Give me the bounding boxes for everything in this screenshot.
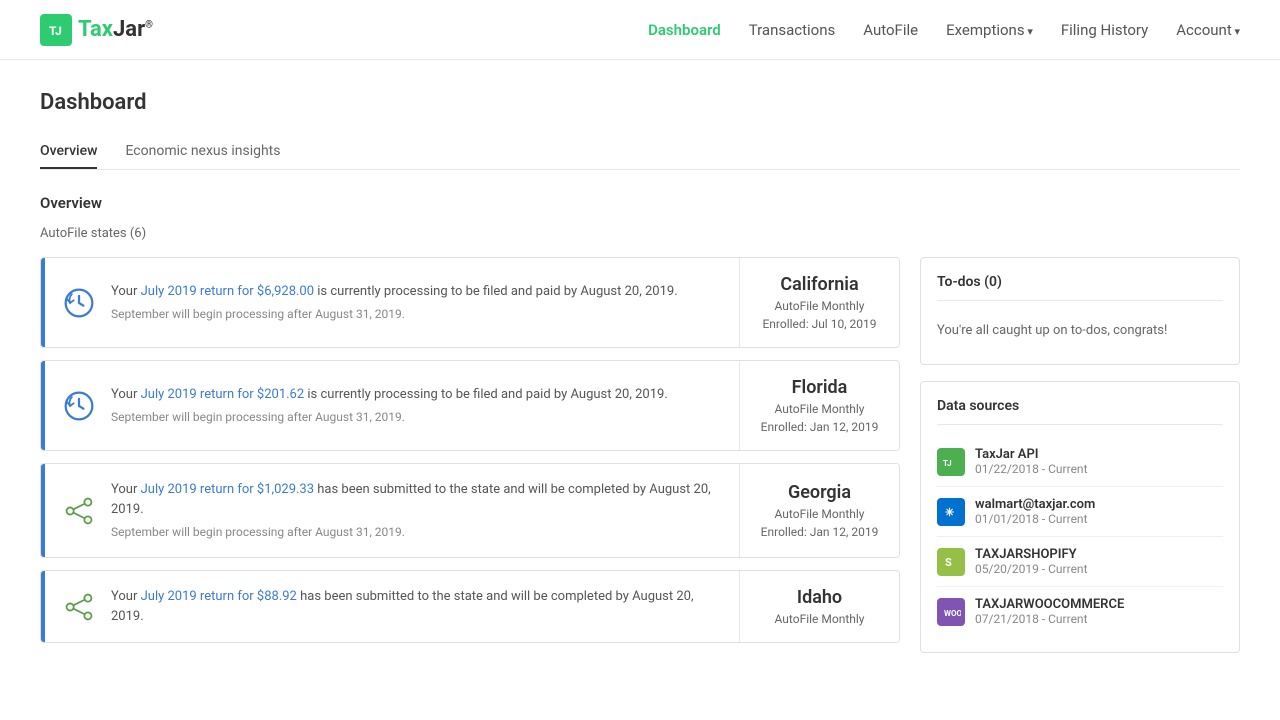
- datasource-date-4: 07/21/2018 - Current: [975, 612, 1124, 626]
- filing-card-3: Your July 2019 return for $1,029.33 has …: [40, 463, 900, 558]
- datasource-icon-api: TJ: [937, 448, 965, 476]
- autofile-count: AutoFile states (6): [40, 226, 1240, 241]
- nav-exemptions[interactable]: Exemptions: [946, 21, 1033, 39]
- state-enrolled-florida: Enrolled: Jan 12, 2019: [761, 420, 879, 434]
- todos-box: To-dos (0) You're all caught up on to-do…: [920, 257, 1240, 365]
- tab-overview[interactable]: Overview: [40, 135, 97, 169]
- card-body-3: Your July 2019 return for $1,029.33 has …: [45, 464, 739, 557]
- state-type-florida: AutoFile Monthly: [775, 402, 865, 416]
- nav-account[interactable]: Account: [1176, 21, 1240, 39]
- filing-prefix-1: Your: [111, 284, 141, 299]
- state-enrolled-georgia: Enrolled: Jan 12, 2019: [761, 525, 879, 539]
- filing-text-2: Your July 2019 return for $201.62 is cur…: [111, 385, 723, 427]
- section-label: Overview: [40, 194, 1240, 212]
- filing-card-1: Your July 2019 return for $6,928.00 is c…: [40, 257, 900, 348]
- datasources-box: Data sources TJ TaxJar API 01/22/2018 - …: [920, 381, 1240, 653]
- page-content: Dashboard Overview Economic nexus insigh…: [0, 60, 1280, 683]
- state-type-idaho: AutoFile Monthly: [775, 612, 865, 626]
- svg-text:TJ: TJ: [49, 24, 62, 38]
- logo-icon: TJ: [40, 14, 72, 46]
- datasource-name-3: TAXJARSHOPIFY: [975, 547, 1088, 562]
- filing-text-3: Your July 2019 return for $1,029.33 has …: [111, 480, 723, 541]
- filing-prefix-3: Your: [111, 482, 141, 497]
- filing-link-4[interactable]: July 2019 return for $88.92: [141, 589, 297, 604]
- svg-text:S: S: [945, 556, 952, 569]
- filing-card-2: Your July 2019 return for $201.62 is cur…: [40, 360, 900, 451]
- state-name-georgia: Georgia: [788, 482, 851, 503]
- header: TJ TaxJar® Dashboard Transactions AutoFi…: [0, 0, 1280, 60]
- clock-icon-1: [61, 285, 97, 321]
- clock-icon-2: [61, 388, 97, 424]
- main-layout: Your July 2019 return for $6,928.00 is c…: [40, 257, 1240, 653]
- tabs: Overview Economic nexus insights: [40, 135, 1240, 170]
- svg-text:TJ: TJ: [943, 459, 952, 468]
- logo: TJ TaxJar®: [40, 14, 153, 46]
- nav-dashboard[interactable]: Dashboard: [648, 21, 721, 39]
- datasource-name-1: TaxJar API: [975, 447, 1088, 462]
- datasource-date-3: 05/20/2019 - Current: [975, 562, 1088, 576]
- card-body-4: Your July 2019 return for $88.92 has bee…: [45, 571, 739, 642]
- filing-link-1[interactable]: July 2019 return for $6,928.00: [141, 284, 314, 299]
- filing-prefix-4: Your: [111, 589, 141, 604]
- datasource-date-2: 01/01/2018 - Current: [975, 512, 1095, 526]
- main-nav: Dashboard Transactions AutoFile Exemptio…: [648, 21, 1240, 39]
- nav-autofile[interactable]: AutoFile: [863, 21, 918, 39]
- state-card-florida: Florida AutoFile Monthly Enrolled: Jan 1…: [739, 361, 899, 450]
- state-card-california: California AutoFile Monthly Enrolled: Ju…: [739, 258, 899, 347]
- filing-sub-2: September will begin processing after Au…: [111, 408, 723, 426]
- datasource-name-4: TAXJARWOOCOMMERCE: [975, 597, 1124, 612]
- filing-sub-3: September will begin processing after Au…: [111, 523, 723, 541]
- page-title: Dashboard: [40, 90, 1240, 115]
- right-panel: To-dos (0) You're all caught up on to-do…: [920, 257, 1240, 653]
- logo-text: TaxJar®: [78, 17, 153, 42]
- state-card-georgia: Georgia AutoFile Monthly Enrolled: Jan 1…: [739, 464, 899, 557]
- datasource-date-1: 01/22/2018 - Current: [975, 462, 1088, 476]
- datasource-info-4: TAXJARWOOCOMMERCE 07/21/2018 - Current: [975, 597, 1124, 626]
- datasource-icon-walmart: ✳: [937, 498, 965, 526]
- nav-filing-history[interactable]: Filing History: [1061, 21, 1148, 39]
- card-body-2: Your July 2019 return for $201.62 is cur…: [45, 361, 739, 450]
- state-type-california: AutoFile Monthly: [775, 299, 865, 313]
- tab-economic-nexus[interactable]: Economic nexus insights: [125, 135, 280, 169]
- svg-text:✳: ✳: [945, 506, 954, 519]
- svg-text:WOO: WOO: [944, 609, 961, 618]
- state-name-idaho: Idaho: [797, 587, 842, 608]
- nav-transactions[interactable]: Transactions: [749, 21, 836, 39]
- datasource-name-2: walmart@taxjar.com: [975, 497, 1095, 512]
- state-name-california: California: [780, 274, 858, 295]
- datasource-item-4: WOO TAXJARWOOCOMMERCE 07/21/2018 - Curre…: [937, 587, 1223, 636]
- datasource-info-1: TaxJar API 01/22/2018 - Current: [975, 447, 1088, 476]
- datasource-item-1: TJ TaxJar API 01/22/2018 - Current: [937, 437, 1223, 487]
- state-type-georgia: AutoFile Monthly: [775, 507, 865, 521]
- datasource-icon-woo: WOO: [937, 598, 965, 626]
- datasource-icon-shopify: S: [937, 548, 965, 576]
- datasources-title: Data sources: [937, 398, 1223, 425]
- filing-text-4: Your July 2019 return for $88.92 has bee…: [111, 587, 723, 626]
- todos-empty: You're all caught up on to-dos, congrats…: [937, 313, 1223, 348]
- filing-link-3[interactable]: July 2019 return for $1,029.33: [141, 482, 314, 497]
- datasource-info-3: TAXJARSHOPIFY 05/20/2019 - Current: [975, 547, 1088, 576]
- datasource-item-2: ✳ walmart@taxjar.com 01/01/2018 - Curren…: [937, 487, 1223, 537]
- todos-title: To-dos (0): [937, 274, 1223, 301]
- filing-card-4: Your July 2019 return for $88.92 has bee…: [40, 570, 900, 643]
- filings-list: Your July 2019 return for $6,928.00 is c…: [40, 257, 900, 653]
- filing-text-1: Your July 2019 return for $6,928.00 is c…: [111, 282, 723, 324]
- state-name-florida: Florida: [792, 377, 848, 398]
- filing-link-2[interactable]: July 2019 return for $201.62: [141, 387, 305, 402]
- filing-sub-1: September will begin processing after Au…: [111, 305, 723, 323]
- filing-suffix-1: is currently processing to be filed and …: [314, 284, 678, 299]
- share-icon-4: [61, 589, 97, 625]
- state-card-idaho: Idaho AutoFile Monthly: [739, 571, 899, 642]
- state-enrolled-california: Enrolled: Jul 10, 2019: [762, 317, 876, 331]
- filing-suffix-2: is currently processing to be filed and …: [304, 387, 668, 402]
- filing-prefix-2: Your: [111, 387, 141, 402]
- share-icon-3: [61, 493, 97, 529]
- datasource-info-2: walmart@taxjar.com 01/01/2018 - Current: [975, 497, 1095, 526]
- datasource-item-3: S TAXJARSHOPIFY 05/20/2019 - Current: [937, 537, 1223, 587]
- card-body-1: Your July 2019 return for $6,928.00 is c…: [45, 258, 739, 347]
